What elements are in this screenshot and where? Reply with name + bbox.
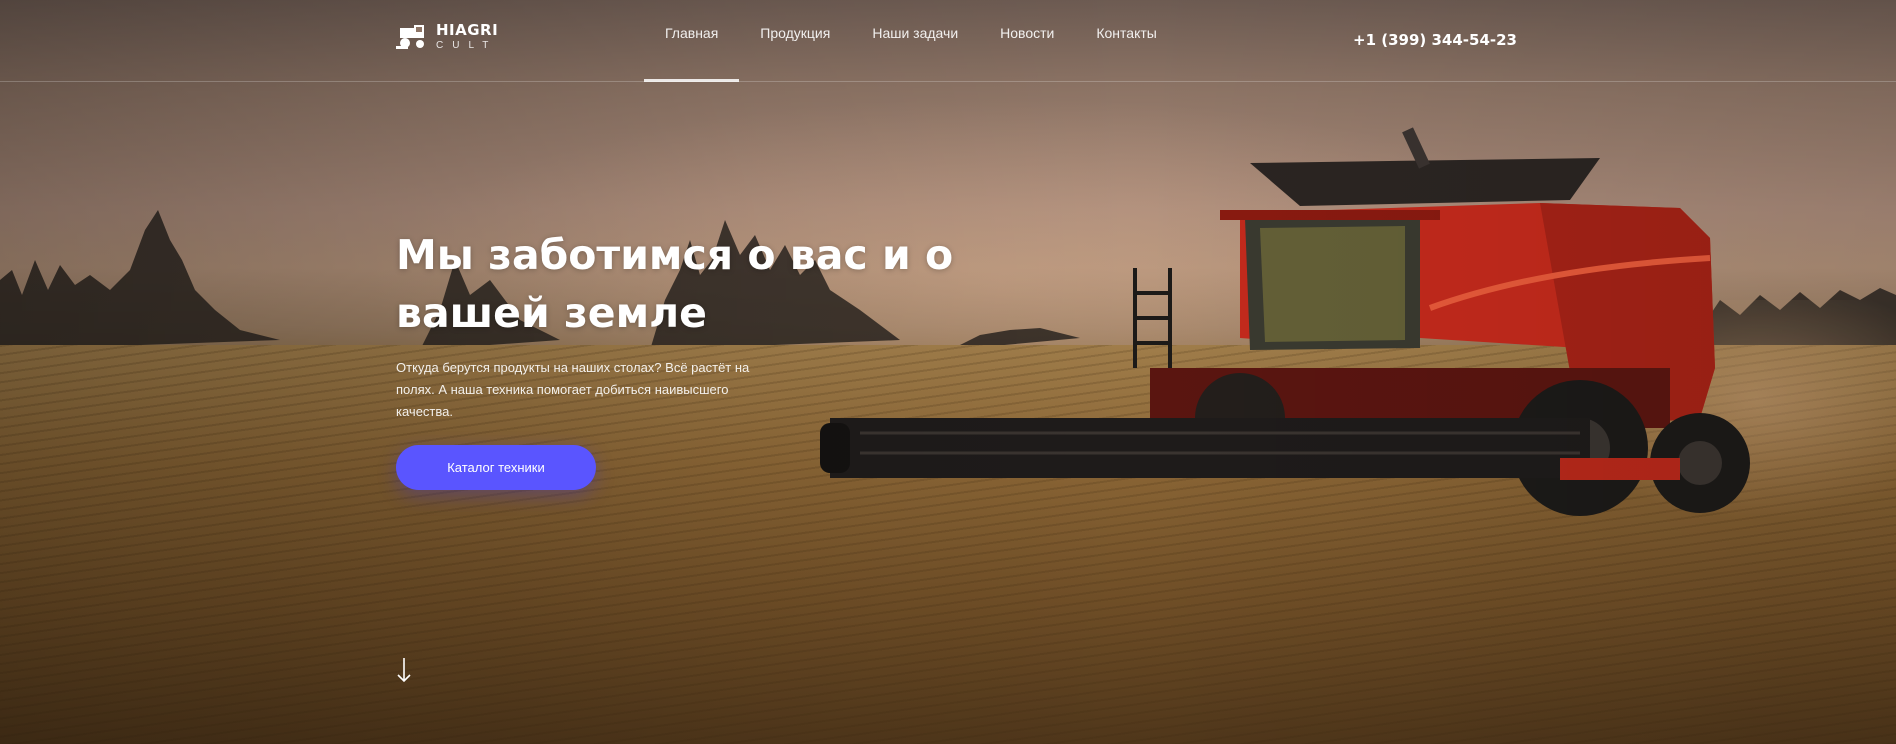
nav-item-home[interactable]: Главная (644, 0, 740, 82)
logo[interactable]: HIAGRI CULT (396, 22, 498, 52)
nav-item-contacts[interactable]: Контакты (1075, 0, 1177, 74)
hero-section: HIAGRI CULT Главная Продукция Наши задач… (0, 0, 1896, 744)
logo-subtitle: CULT (436, 40, 498, 51)
main-nav: Главная Продукция Наши задачи Новости Ко… (644, 0, 1178, 82)
site-header: HIAGRI CULT Главная Продукция Наши задач… (0, 0, 1896, 82)
logo-title: HIAGRI (436, 21, 499, 39)
nav-item-products[interactable]: Продукция (739, 0, 851, 74)
phone-link[interactable]: +1 (399) 344-54-23 (1353, 31, 1517, 49)
image-vignette (0, 0, 1896, 744)
nav-item-tasks[interactable]: Наши задачи (851, 0, 979, 74)
arrow-down-icon[interactable] (396, 656, 412, 684)
harvester-logo-icon (396, 25, 424, 49)
hero-description: Откуда берутся продукты на наших столах?… (396, 360, 750, 419)
catalog-button[interactable]: Каталог техники (396, 445, 596, 490)
hero-title: Мы заботимся о вас и о вашей земле (396, 231, 954, 337)
nav-item-news[interactable]: Новости (979, 0, 1075, 74)
